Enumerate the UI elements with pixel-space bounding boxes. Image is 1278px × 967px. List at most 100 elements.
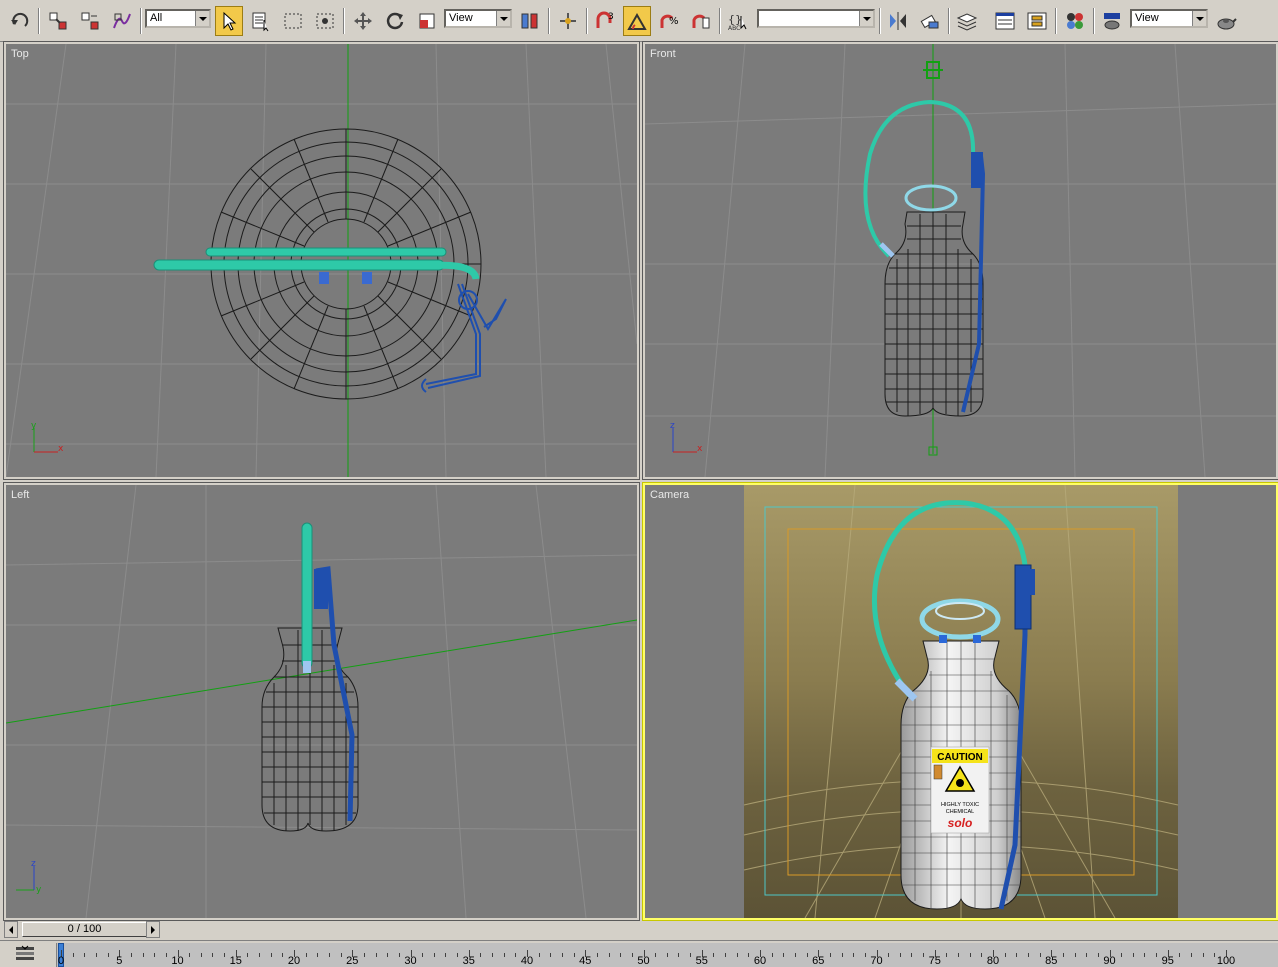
trackbar-tick xyxy=(1214,953,1216,957)
render-scene-icon[interactable] xyxy=(1098,6,1126,36)
snap-3d-icon[interactable]: 3 xyxy=(591,6,619,36)
material-editor-icon[interactable] xyxy=(1061,6,1089,36)
rect-selection-icon[interactable] xyxy=(279,6,307,36)
mirror-icon[interactable] xyxy=(884,6,912,36)
trackbar-tick xyxy=(492,953,494,957)
render-type-dropdown[interactable]: View xyxy=(1130,9,1208,28)
trackbar-tick xyxy=(690,953,692,957)
trackbar-frame-label: 95 xyxy=(1161,955,1174,967)
move-icon[interactable] xyxy=(349,6,377,36)
trackbar-frame-label: 20 xyxy=(287,955,301,967)
trackbar: 0 5 10 15 20 25 30 35 40 45 50 55 60 65 70 75 80 85 90 95 10… xyxy=(0,940,1278,967)
trackbar-frame-label: 70 xyxy=(870,955,883,967)
trackbar-frame-label: 0 xyxy=(57,955,65,967)
hazard-text: HIGHLY TOXIC xyxy=(941,802,979,808)
scale-icon[interactable] xyxy=(413,6,441,36)
viewport-label[interactable]: Camera xyxy=(650,489,689,501)
manipulate-icon[interactable] xyxy=(554,6,582,36)
trackbar-tick xyxy=(1121,953,1123,957)
trackbar-timeline[interactable]: 0 5 10 15 20 25 30 35 40 45 50 55 60 65 70 75 80 85 90 95 10… xyxy=(56,943,1278,967)
axis-label-a: z xyxy=(31,859,36,869)
select-by-name-icon[interactable] xyxy=(247,6,275,36)
bind-space-warp-icon[interactable] xyxy=(108,6,136,36)
trackbar-tick xyxy=(829,953,831,957)
time-slider-thumb[interactable]: 0 / 100 xyxy=(22,922,147,937)
rotate-icon[interactable] xyxy=(381,6,409,36)
hazard-text-2: CHEMICAL xyxy=(946,809,974,815)
layer-manager-icon[interactable] xyxy=(953,6,981,36)
trackbar-tick xyxy=(212,953,214,957)
time-slider[interactable]: 0 / 100 xyxy=(4,921,1274,938)
trackbar-tick xyxy=(282,953,284,957)
key-filters-icon[interactable] xyxy=(14,944,36,964)
trackbar-frame-label: 5 xyxy=(116,955,123,967)
viewport-camera[interactable]: Camera CAUTION HIGHLY TOXIC CHEMICAL sol… xyxy=(642,482,1278,921)
trackbar-tick xyxy=(923,953,925,957)
viewport-front[interactable]: Front z x xyxy=(642,41,1278,480)
viewport-label[interactable]: Top xyxy=(11,48,29,60)
viewport-top[interactable]: Top y x xyxy=(3,41,640,480)
next-frame-button[interactable] xyxy=(146,921,160,938)
axis-label-b: x xyxy=(58,444,64,454)
trackbar-tick xyxy=(725,953,727,957)
curve-editor-icon[interactable] xyxy=(991,6,1019,36)
trackbar-tick xyxy=(84,953,86,957)
trackbar-tick xyxy=(655,953,657,957)
trackbar-tick xyxy=(620,953,622,957)
trackbar-tick xyxy=(1156,953,1158,957)
trackbar-tick xyxy=(550,953,552,957)
trackbar-frame-label: 55 xyxy=(695,955,708,967)
angle-snap-icon[interactable] xyxy=(623,6,651,36)
main-toolbar: All View 3 % {} ABC View xyxy=(0,0,1278,42)
front-view-scene: z x xyxy=(645,44,1276,477)
align-icon[interactable] xyxy=(916,6,944,36)
trackbar-frame-label: 100 xyxy=(1216,955,1236,967)
trackbar-tick xyxy=(154,953,156,957)
trackbar-frame-label: 65 xyxy=(812,955,825,967)
percent-snap-icon[interactable]: % xyxy=(655,6,683,36)
svg-text:ABC: ABC xyxy=(728,25,740,32)
render-type-value: View xyxy=(1135,12,1159,24)
quick-render-icon[interactable] xyxy=(1212,6,1240,36)
unlink-icon[interactable] xyxy=(76,6,104,36)
schematic-view-icon[interactable] xyxy=(1023,6,1051,36)
trackbar-frame-label: 60 xyxy=(753,955,767,967)
reference-coordinate-dropdown[interactable]: View xyxy=(444,9,512,28)
trackbar-tick xyxy=(165,953,167,957)
select-object-icon[interactable] xyxy=(215,6,243,36)
trackbar-frame-label: 75 xyxy=(928,955,941,967)
trackbar-frame-label: 45 xyxy=(579,955,592,967)
trackbar-tick xyxy=(422,953,424,957)
trackbar-frame-label: 40 xyxy=(520,955,534,967)
trackbar-tick xyxy=(480,953,482,957)
trackbar-tick xyxy=(1191,953,1193,957)
undo-icon[interactable] xyxy=(6,6,34,36)
trackbar-tick xyxy=(969,953,971,957)
select-and-link-icon[interactable] xyxy=(44,6,72,36)
pivot-center-icon[interactable] xyxy=(516,6,544,36)
chevron-down-icon xyxy=(859,11,873,26)
trackbar-tick xyxy=(736,953,738,957)
previous-frame-button[interactable] xyxy=(4,921,18,938)
chevron-down-icon xyxy=(496,11,510,26)
trackbar-tick xyxy=(1132,953,1134,957)
trackbar-tick xyxy=(189,953,191,957)
axis-tripod-top: y x xyxy=(31,421,64,454)
trackbar-tick xyxy=(1027,953,1029,957)
trackbar-tick xyxy=(1062,953,1064,957)
viewport-label[interactable]: Front xyxy=(650,48,676,60)
named-selection-icon[interactable]: {} ABC xyxy=(724,6,752,36)
trackbar-tick xyxy=(515,953,517,957)
viewport-left[interactable]: Left z y xyxy=(3,482,640,921)
trackbar-tick xyxy=(1202,953,1204,957)
trackbar-tick xyxy=(457,953,459,957)
selection-filter-dropdown[interactable]: All xyxy=(145,9,211,28)
spinner-snap-icon[interactable] xyxy=(687,6,715,36)
named-selection-set-dropdown[interactable] xyxy=(757,9,875,28)
trackbar-tick xyxy=(713,953,715,957)
trackbar-tick xyxy=(1074,953,1076,957)
window-crossing-icon[interactable] xyxy=(311,6,339,36)
viewport-label[interactable]: Left xyxy=(11,489,29,501)
brand-logo: solo xyxy=(948,816,973,830)
selection-filter-value: All xyxy=(150,12,163,24)
